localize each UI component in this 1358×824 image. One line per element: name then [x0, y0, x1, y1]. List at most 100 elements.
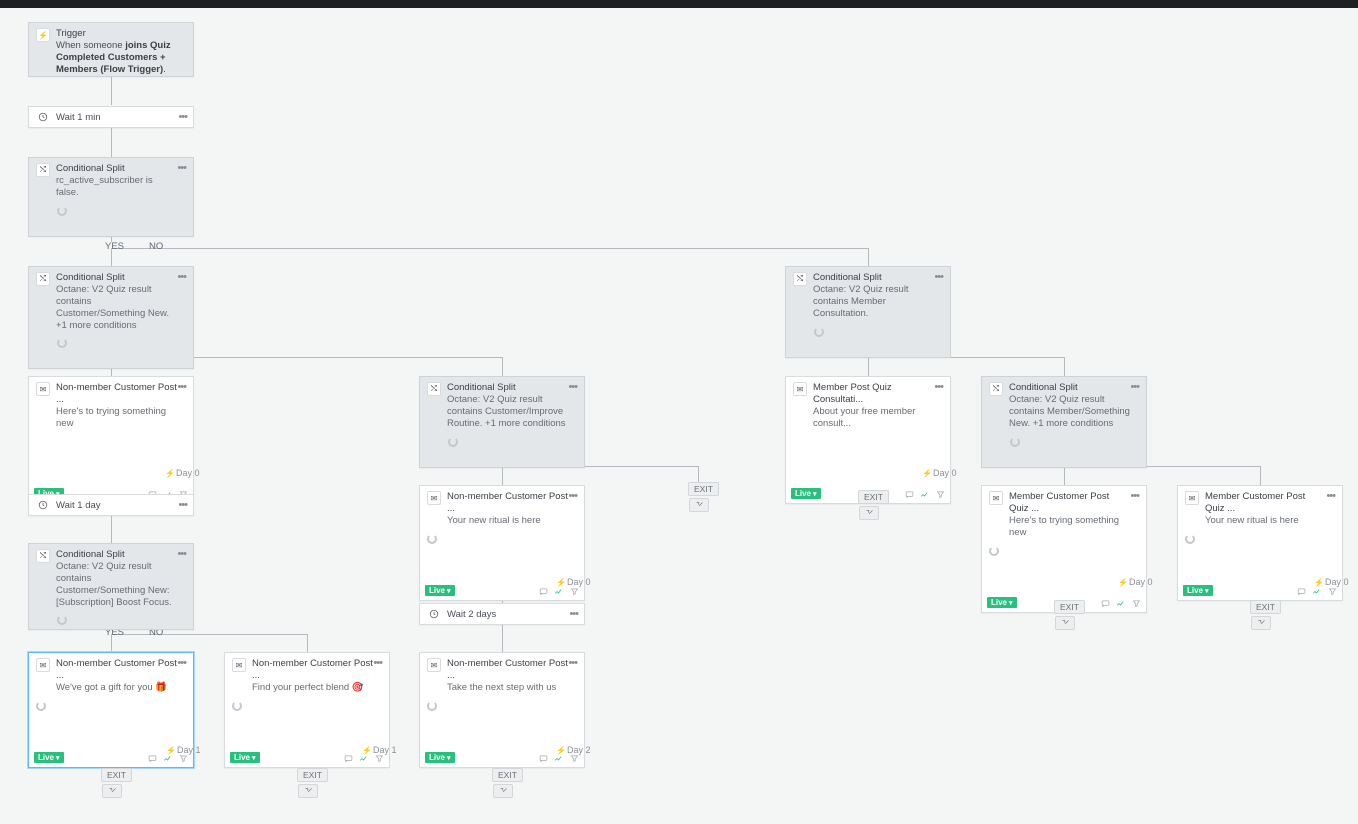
analytics-icon[interactable] [554, 587, 563, 596]
filter-icon[interactable] [1328, 587, 1337, 596]
email-icon: ✉ [36, 658, 50, 672]
card-action-icons[interactable] [1099, 597, 1141, 607]
exit-node[interactable]: EXIT [688, 482, 719, 496]
exit-node[interactable]: EXIT [101, 768, 132, 782]
more-icon[interactable]: ••• [178, 500, 187, 510]
split-branch-icon[interactable] [298, 784, 318, 798]
status-badge[interactable]: Live [230, 752, 260, 763]
more-icon[interactable]: ••• [177, 549, 186, 559]
card-subtitle: Your new ritual is here [1205, 515, 1326, 527]
more-icon[interactable]: ••• [1130, 382, 1139, 392]
status-badge[interactable]: Live [1183, 585, 1213, 596]
connector [111, 248, 868, 249]
card-action-icons[interactable] [903, 488, 945, 498]
more-icon[interactable]: ••• [568, 658, 577, 668]
conditional-split-card[interactable]: ⤭ Conditional Split Octane: V2 Quiz resu… [28, 266, 194, 369]
card-title: Trigger [56, 28, 186, 40]
filter-icon[interactable] [1132, 599, 1141, 608]
filter-icon[interactable] [570, 587, 579, 596]
more-icon[interactable]: ••• [568, 382, 577, 392]
exit-node[interactable]: EXIT [1250, 600, 1281, 614]
analytics-icon[interactable] [163, 754, 172, 763]
email-icon: ✉ [427, 658, 441, 672]
more-icon[interactable]: ••• [177, 658, 186, 668]
spinner-icon [989, 546, 999, 556]
branch-yes: YES [105, 241, 124, 252]
split-branch-icon[interactable] [493, 784, 513, 798]
more-icon[interactable]: ••• [934, 382, 943, 392]
exit-node[interactable]: EXIT [1054, 600, 1085, 614]
day-label: Day 2 [556, 745, 590, 755]
comment-icon[interactable] [539, 754, 548, 763]
comment-icon[interactable] [905, 490, 914, 499]
card-subtitle: Octane: V2 Quiz result contains Customer… [56, 561, 177, 609]
wait-card[interactable]: Wait 2 days ••• [419, 603, 585, 625]
conditional-split-card[interactable]: ⤭ Conditional Split Octane: V2 Quiz resu… [981, 376, 1147, 468]
conditional-split-card[interactable]: ⤭ Conditional Split Octane: V2 Quiz resu… [785, 266, 951, 358]
analytics-icon[interactable] [359, 754, 368, 763]
exit-node[interactable]: EXIT [297, 768, 328, 782]
card-title: Member Customer Post Quiz ... [1009, 491, 1130, 515]
more-icon[interactable]: ••• [569, 609, 578, 619]
card-action-icons[interactable] [1295, 586, 1337, 596]
trigger-card[interactable]: ⚡ Trigger When someone joins Quiz Comple… [28, 22, 194, 77]
exit-node[interactable]: EXIT [492, 768, 523, 782]
split-branch-icon[interactable] [689, 498, 709, 512]
spinner-icon [1185, 534, 1195, 544]
spinner-icon [427, 534, 437, 544]
status-badge[interactable]: Live [791, 488, 821, 499]
conditional-split-card[interactable]: ⤭ Conditional Split Octane: V2 Quiz resu… [28, 543, 194, 630]
more-icon[interactable]: ••• [934, 272, 943, 282]
filter-icon[interactable] [179, 754, 188, 763]
split-branch-icon[interactable] [859, 506, 879, 520]
more-icon[interactable]: ••• [177, 382, 186, 392]
spinner-icon [814, 327, 824, 337]
spinner-icon [1010, 437, 1020, 447]
split-branch-icon[interactable] [1055, 616, 1075, 630]
split-branch-icon[interactable] [102, 784, 122, 798]
spinner-icon [36, 701, 46, 711]
card-title: Conditional Split [447, 382, 568, 394]
card-title: Non-member Customer Post ... [252, 658, 373, 682]
day-label: Day 0 [556, 577, 590, 587]
more-icon[interactable]: ••• [1326, 491, 1335, 501]
conditional-split-card[interactable]: ⤭ Conditional Split rc_active_subscriber… [28, 157, 194, 237]
split-branch-icon[interactable] [1251, 616, 1271, 630]
status-badge[interactable]: Live [425, 752, 455, 763]
more-icon[interactable]: ••• [177, 272, 186, 282]
analytics-icon[interactable] [920, 490, 929, 499]
filter-icon[interactable] [375, 754, 384, 763]
filter-icon[interactable] [570, 754, 579, 763]
more-icon[interactable]: ••• [177, 163, 186, 173]
more-icon[interactable]: ••• [568, 491, 577, 501]
email-card[interactable]: ✉ Member Post Quiz Consultati... About y… [785, 376, 951, 504]
analytics-icon[interactable] [1116, 599, 1125, 608]
more-icon[interactable]: ••• [178, 112, 187, 122]
conditional-split-card[interactable]: ⤭ Conditional Split Octane: V2 Quiz resu… [419, 376, 585, 468]
wait-text: Wait 2 days [447, 609, 569, 620]
comment-icon[interactable] [1297, 587, 1306, 596]
status-badge[interactable]: Live [425, 585, 455, 596]
flow-canvas[interactable]: YES NO YES NO YES NO YES NO YES NO YES N… [0, 8, 1358, 824]
card-title: Non-member Customer Post ... [447, 491, 568, 515]
filter-icon[interactable] [936, 490, 945, 499]
comment-icon[interactable] [539, 587, 548, 596]
comment-icon[interactable] [1101, 599, 1110, 608]
card-title: Conditional Split [56, 549, 177, 561]
comment-icon[interactable] [344, 754, 353, 763]
card-action-icons[interactable] [537, 586, 579, 596]
bolt-icon: ⚡ [36, 28, 50, 42]
analytics-icon[interactable] [1312, 587, 1321, 596]
wait-card[interactable]: Wait 1 min ••• [28, 106, 194, 128]
exit-node[interactable]: EXIT [858, 490, 889, 504]
more-icon[interactable]: ••• [1130, 491, 1139, 501]
status-badge[interactable]: Live [34, 752, 64, 763]
wait-card[interactable]: Wait 1 day ••• [28, 494, 194, 516]
email-card[interactable]: ✉ Non-member Customer Post ... Here's to… [28, 376, 194, 504]
comment-icon[interactable] [148, 754, 157, 763]
email-card[interactable]: ✉ Member Customer Post Quiz ... Here's t… [981, 485, 1147, 613]
connector [1064, 357, 1065, 377]
more-icon[interactable]: ••• [373, 658, 382, 668]
analytics-icon[interactable] [554, 754, 563, 763]
status-badge[interactable]: Live [987, 597, 1017, 608]
